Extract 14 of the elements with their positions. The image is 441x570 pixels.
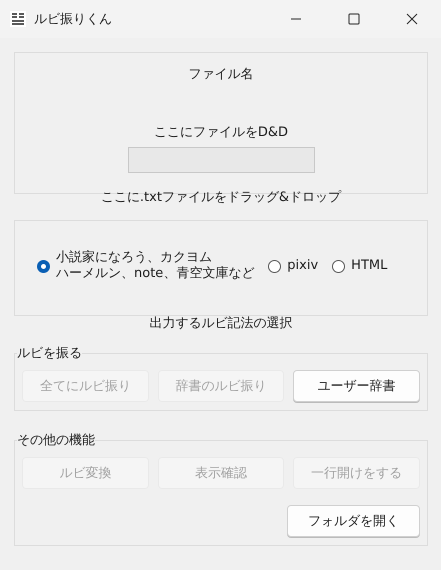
notation-radio[interactable]: 小説家になろう、カクヨム ハーメルン、note、青空文庫など bbox=[37, 250, 254, 282]
open-folder-button[interactable]: フォルダを開く bbox=[287, 505, 420, 537]
notation-radio[interactable]: HTML bbox=[332, 258, 388, 274]
group-title: その他の機能 bbox=[17, 432, 95, 449]
app-icon bbox=[10, 11, 26, 27]
window-title: ルビ振りくん bbox=[34, 11, 113, 28]
file-name-label: ファイル名 bbox=[188, 66, 254, 83]
group-title: ルビを振る bbox=[17, 345, 82, 362]
action-button[interactable]: ユーザー辞書 bbox=[293, 370, 420, 402]
drop-hint: ここにファイルをD&D bbox=[154, 124, 288, 141]
notation-radio[interactable]: pixiv bbox=[268, 258, 318, 274]
notation-caption: 出力するルビ記法の選択 bbox=[150, 315, 292, 332]
close-icon bbox=[406, 13, 418, 25]
maximize-icon bbox=[348, 13, 360, 25]
